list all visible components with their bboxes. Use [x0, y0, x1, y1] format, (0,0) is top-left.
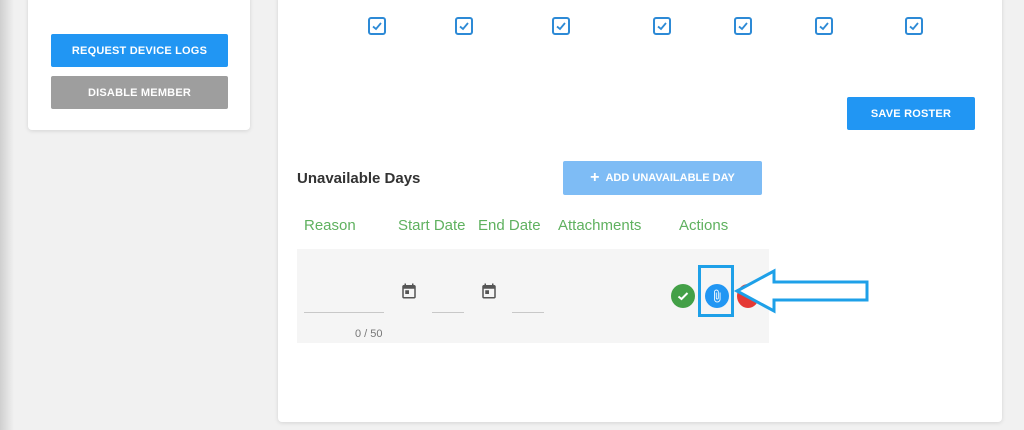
check-icon: [556, 22, 566, 31]
reason-char-counter: 0 / 50: [355, 328, 383, 340]
check-icon: [909, 22, 919, 31]
annotation-highlight-box: [698, 265, 734, 317]
calendar-icon[interactable]: [480, 282, 498, 300]
end-date-input[interactable]: [512, 312, 544, 313]
roster-checkbox[interactable]: [455, 17, 473, 35]
annotation-arrow-icon: [734, 268, 869, 314]
roster-checkbox[interactable]: [905, 17, 923, 35]
check-icon: [738, 22, 748, 31]
check-icon: [372, 22, 382, 31]
unavailable-days-title: Unavailable Days: [297, 170, 421, 187]
request-device-logs-button[interactable]: REQUEST DEVICE LOGS: [51, 34, 228, 67]
page-edge-shadow: [0, 0, 14, 430]
roster-checkbox[interactable]: [552, 17, 570, 35]
check-icon: [819, 22, 829, 31]
add-unavailable-day-button[interactable]: + ADD UNAVAILABLE DAY: [563, 161, 762, 195]
check-icon: [459, 22, 469, 31]
disable-member-button[interactable]: DISABLE MEMBER: [51, 76, 228, 109]
confirm-button[interactable]: [671, 284, 695, 308]
roster-card: SAVE ROSTER Unavailable Days + ADD UNAVA…: [278, 0, 1002, 422]
plus-icon: +: [590, 169, 600, 186]
member-card: REQUEST DEVICE LOGS DISABLE MEMBER: [28, 0, 250, 130]
column-header-start-date: Start Date: [398, 217, 465, 234]
check-icon: [657, 22, 667, 31]
reason-input[interactable]: [304, 312, 384, 313]
column-header-end-date: End Date: [478, 217, 541, 234]
calendar-icon[interactable]: [400, 282, 418, 300]
column-header-actions: Actions: [679, 217, 729, 234]
add-unavailable-day-label: ADD UNAVAILABLE DAY: [605, 172, 735, 184]
roster-checkbox[interactable]: [368, 17, 386, 35]
roster-checkbox[interactable]: [653, 17, 671, 35]
column-header-reason: Reason: [304, 217, 356, 234]
column-header-attachments: Attachments: [558, 217, 642, 234]
save-roster-button[interactable]: SAVE ROSTER: [847, 97, 975, 130]
start-date-input[interactable]: [432, 312, 464, 313]
roster-checkbox[interactable]: [815, 17, 833, 35]
check-icon: [677, 292, 689, 301]
roster-checkbox[interactable]: [734, 17, 752, 35]
